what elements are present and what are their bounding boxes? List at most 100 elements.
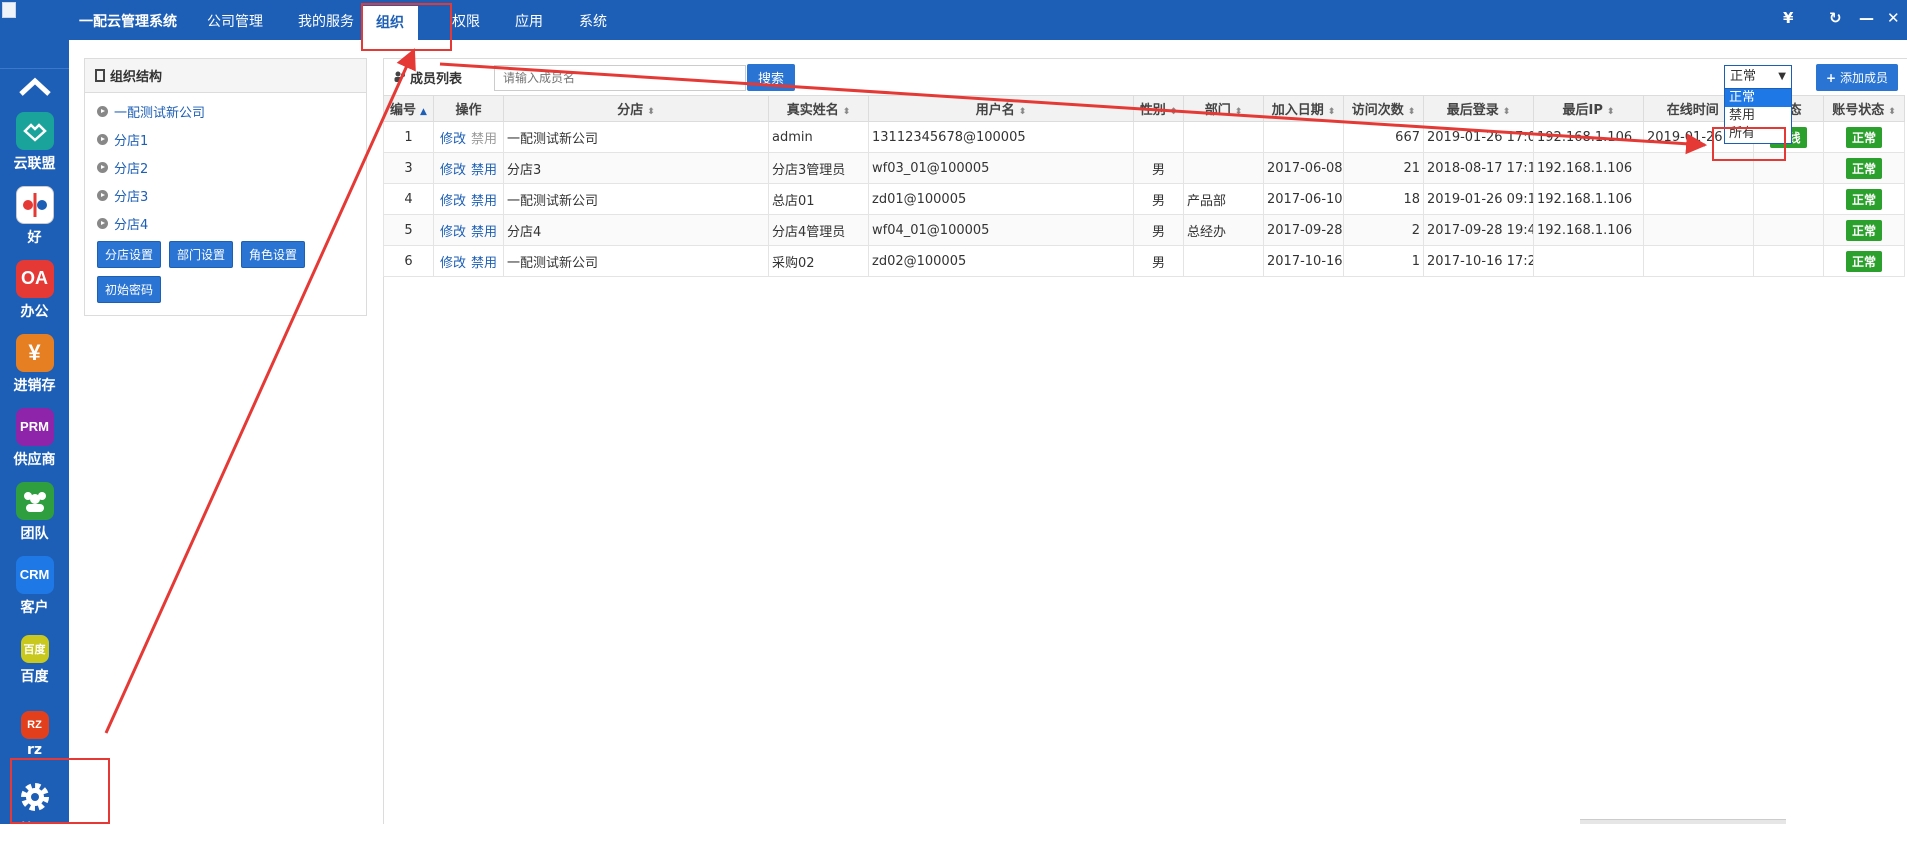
column-header-department[interactable]: 部门 ⬍ bbox=[1183, 95, 1264, 122]
org-structure-panel: 组织结构 一配测试新公司 分店1 分店2 分店3 分店4 分店设置 部门设置 角… bbox=[84, 58, 367, 316]
table-row[interactable]: 1 修改 禁用 一配测试新公司 admin 13112345678@100005 667 20… bbox=[383, 121, 1905, 153]
account-status-badge: 正常 bbox=[1845, 250, 1882, 272]
disable-link[interactable]: 禁用 bbox=[471, 163, 497, 178]
app-item-oa[interactable]: OA 办公 bbox=[0, 253, 69, 327]
column-header-username[interactable]: 用户名 ⬍ bbox=[868, 95, 1134, 122]
tab-system[interactable]: 系统 bbox=[579, 11, 607, 31]
app-item-yen[interactable]: ¥ 进销存 bbox=[0, 327, 69, 401]
cell-actions: 修改 禁用 bbox=[433, 214, 504, 246]
column-header-join-date[interactable]: 加入日期 ⬍ bbox=[1263, 95, 1344, 122]
expand-icon bbox=[97, 105, 108, 117]
cell-join-date: 2017-06-08 bbox=[1263, 152, 1344, 184]
app-item-label: 团队 bbox=[20, 525, 49, 542]
column-header-last-ip[interactable]: 最后IP ⬍ bbox=[1533, 95, 1644, 122]
oa-icon: OA bbox=[15, 259, 54, 298]
disable-link[interactable]: 禁用 bbox=[471, 225, 497, 240]
column-header-account-status[interactable]: 账号状态 ⬍ bbox=[1823, 95, 1905, 122]
edit-link[interactable]: 修改 bbox=[440, 163, 466, 178]
app-item-baidu[interactable]: 百度 百度 bbox=[0, 623, 69, 697]
rz-icon: RZ bbox=[20, 710, 49, 739]
table-row[interactable]: 6 修改 禁用 一配测试新公司 采购02 zd02@100005 男 2017-10-16 1 2… bbox=[383, 245, 1905, 277]
column-header-actions: 操作 bbox=[433, 95, 504, 122]
department-settings-button[interactable]: 部门设置 bbox=[169, 241, 234, 268]
disable-link[interactable]: 禁用 bbox=[471, 256, 497, 271]
column-header-last-login[interactable]: 最后登录 ⬍ bbox=[1423, 95, 1534, 122]
tree-item-store-1[interactable]: 分店1 bbox=[85, 125, 366, 153]
close-icon[interactable]: ✕ bbox=[1887, 9, 1900, 27]
scroll-up-button[interactable] bbox=[0, 69, 69, 105]
tree-item-store-2[interactable]: 分店2 bbox=[85, 153, 366, 181]
table-row[interactable]: 3 修改 禁用 分店3 分店3管理员 wf03_01@100005 男 2017-06-08 2… bbox=[383, 152, 1905, 184]
account-status-badge: 正常 bbox=[1845, 219, 1882, 241]
cell-real-name: 分店3管理员 bbox=[768, 152, 869, 184]
edit-link[interactable]: 修改 bbox=[440, 256, 466, 271]
annotation-box-manage bbox=[10, 758, 110, 824]
expand-icon bbox=[97, 161, 108, 173]
cell-store: 一配测试新公司 bbox=[503, 121, 769, 153]
app-sidebar: 云联盟好 OA 办公 ¥ 进销存 PRM 供应商 团队 CRM 客户 百度 百度 RZ rz 管理 bbox=[0, 0, 69, 838]
edit-link[interactable]: 修改 bbox=[440, 132, 466, 147]
cell-last-ip: 192.168.1.106 bbox=[1533, 183, 1644, 215]
sort-icon: ⬍ bbox=[1407, 107, 1416, 117]
disable-link[interactable]: 禁用 bbox=[471, 194, 497, 209]
search-button[interactable]: 搜索 bbox=[747, 64, 795, 91]
member-search-input[interactable] bbox=[494, 65, 746, 91]
tree-item-company[interactable]: 一配测试新公司 bbox=[85, 97, 366, 125]
status-option-disabled[interactable]: 禁用 bbox=[1725, 107, 1791, 125]
sort-icon: ⬍ bbox=[1234, 107, 1243, 117]
annotation-box-all-option bbox=[1712, 127, 1786, 161]
column-header-store[interactable]: 分店 ⬍ bbox=[503, 95, 769, 122]
tab-company[interactable]: 公司管理 bbox=[207, 11, 263, 31]
expand-icon bbox=[97, 133, 108, 145]
yen-icon[interactable]: ¥ bbox=[1783, 9, 1793, 27]
org-button-row: 分店设置 部门设置 角色设置 初始密码 bbox=[85, 237, 325, 307]
expand-icon bbox=[97, 189, 108, 201]
store-settings-button[interactable]: 分店设置 bbox=[97, 241, 162, 268]
cell-last-ip: 192.168.1.106 bbox=[1533, 121, 1644, 153]
chevron-up-icon bbox=[18, 77, 51, 96]
member-list-title: 成员列表 bbox=[410, 71, 463, 87]
prm-icon: PRM bbox=[15, 407, 54, 446]
app-item-handshake[interactable]: 云联盟 bbox=[0, 105, 69, 179]
column-header-visits[interactable]: 访问次数 ⬍ bbox=[1343, 95, 1424, 122]
sort-icon: ⬍ bbox=[1018, 107, 1027, 117]
table-row[interactable]: 5 修改 禁用 分店4 分店4管理员 wf04_01@100005 男总经办 2017-09-… bbox=[383, 214, 1905, 246]
disable-link[interactable]: 禁用 bbox=[471, 132, 497, 147]
cell-state bbox=[1753, 214, 1824, 246]
cell-username: 13112345678@100005 bbox=[868, 121, 1134, 153]
broken-image-icon bbox=[2, 2, 16, 18]
column-header-real-name[interactable]: 真实姓名 ⬍ bbox=[768, 95, 869, 122]
status-option-normal[interactable]: 正常 bbox=[1725, 89, 1791, 107]
edit-link[interactable]: 修改 bbox=[440, 225, 466, 240]
cell-actions: 修改 禁用 bbox=[433, 183, 504, 215]
tab-permissions[interactable]: 权限 bbox=[452, 11, 480, 31]
refresh-icon[interactable]: ↻ bbox=[1829, 9, 1842, 27]
cell-join-date: 2017-09-28 bbox=[1263, 214, 1344, 246]
initial-password-button[interactable]: 初始密码 bbox=[97, 276, 162, 303]
tree-item-store-4[interactable]: 分店4 bbox=[85, 209, 366, 237]
app-item-prm[interactable]: PRM 供应商 bbox=[0, 401, 69, 475]
edit-link[interactable]: 修改 bbox=[440, 194, 466, 209]
account-status-badge: 正常 bbox=[1845, 157, 1882, 179]
role-settings-button[interactable]: 角色设置 bbox=[241, 241, 306, 268]
app-item-team[interactable]: 团队 bbox=[0, 475, 69, 549]
tab-my-services[interactable]: 我的服务 bbox=[298, 11, 354, 31]
table-row[interactable]: 4 修改 禁用 一配测试新公司 总店01 zd01@100005 男产品部 2017-06-1… bbox=[383, 183, 1905, 215]
annotation-box-org-tab bbox=[361, 3, 452, 51]
status-filter-select[interactable]: 正常 ▼ bbox=[1724, 65, 1792, 89]
cell-id: 1 bbox=[383, 121, 434, 153]
column-header-gender[interactable]: 性别 ⬍ bbox=[1133, 95, 1184, 122]
account-status-badge: 正常 bbox=[1845, 188, 1882, 210]
minimize-icon[interactable]: — bbox=[1859, 9, 1874, 27]
cell-last-login: 2017-09-28 19:43 bbox=[1423, 214, 1534, 246]
tab-apps[interactable]: 应用 bbox=[515, 11, 543, 31]
cell-actions: 修改 禁用 bbox=[433, 121, 504, 153]
app-item-app-hao[interactable]: 好 bbox=[0, 179, 69, 253]
cell-online-time bbox=[1643, 245, 1754, 277]
tree-item-store-3[interactable]: 分店3 bbox=[85, 181, 366, 209]
cell-last-ip bbox=[1533, 245, 1644, 277]
add-member-button[interactable]: + 添加成员 bbox=[1816, 64, 1898, 91]
app-item-crm[interactable]: CRM 客户 bbox=[0, 549, 69, 623]
cell-id: 6 bbox=[383, 245, 434, 277]
column-header-id[interactable]: 编号 ▲ bbox=[383, 95, 434, 122]
